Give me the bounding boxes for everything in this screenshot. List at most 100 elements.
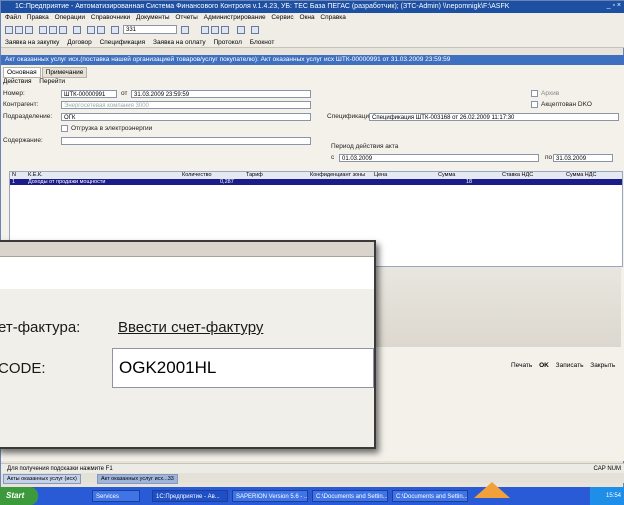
division-field[interactable]: ОГК — [61, 113, 311, 121]
menu-admin[interactable]: Администрирование — [204, 14, 266, 21]
col-price[interactable]: Цена — [374, 172, 387, 179]
col-qty[interactable]: Количество — [182, 172, 212, 179]
link-specification[interactable]: Спецификация — [100, 39, 146, 46]
period-to-label: по — [545, 154, 553, 161]
calculator-icon[interactable] — [211, 26, 219, 34]
document-tabs: Основная Примечание — [3, 67, 88, 78]
menu-documents[interactable]: Документы — [136, 14, 170, 21]
close-button[interactable]: Закрыть — [590, 362, 615, 369]
calendar-icon[interactable] — [221, 26, 229, 34]
table-header: N К.Е.К. Количество Тариф Конфиденциант … — [10, 172, 622, 179]
menu-bar: Файл Правка Операции Справочники Докумен… — [1, 13, 624, 23]
col-vat-sum[interactable]: Сумма НДС — [566, 172, 596, 179]
grid-icon[interactable] — [237, 26, 245, 34]
actions-menu[interactable]: Действия — [3, 78, 31, 85]
menu-file[interactable]: Файл — [5, 14, 21, 21]
cut-icon[interactable] — [39, 26, 47, 34]
code-label: CODE: — [0, 360, 46, 377]
menu-operations[interactable]: Операции — [55, 14, 85, 21]
document-title: Акт оказанных услуг исх.(поставка нашей … — [1, 55, 624, 65]
col-kek[interactable]: К.Е.К. — [28, 172, 43, 179]
print-button[interactable]: Печать — [511, 362, 532, 369]
link-notepad[interactable]: Блокнот — [250, 39, 275, 46]
content-label: Содержание: — [3, 137, 43, 144]
spec-field[interactable]: Спецификация ШТК-003168 от 26.02.2009 11… — [369, 113, 619, 121]
window-controls[interactable]: _ ▫ × — [607, 2, 621, 9]
accepted-label: Акцептован DKO — [541, 101, 592, 108]
search-input[interactable]: 331 — [123, 25, 177, 34]
toolbar: 331 — [1, 23, 624, 38]
bookmark-icon[interactable] — [201, 26, 209, 34]
quick-links-bar: Заявка на закупку Договор Спецификация З… — [1, 37, 624, 48]
menu-references[interactable]: Справочники — [91, 14, 130, 21]
copy-icon[interactable] — [49, 26, 57, 34]
menu-windows[interactable]: Окна — [299, 14, 314, 21]
archive-checkbox[interactable] — [531, 90, 538, 97]
task-1c[interactable]: 1С:Предприятие - Ав... — [152, 490, 228, 502]
callout-strip — [0, 242, 374, 257]
save-icon[interactable] — [25, 26, 33, 34]
ok-button[interactable]: OK — [539, 362, 549, 369]
counterparty-field[interactable]: Энергосетевая компания 3000 — [61, 101, 311, 109]
task-services[interactable]: Services — [92, 490, 140, 502]
col-zone[interactable]: Конфиденциант зоны — [310, 172, 365, 179]
link-payment-request[interactable]: Заявка на оплату — [153, 39, 206, 46]
period-to-field[interactable]: 31.03.2009 — [553, 154, 613, 162]
date-field[interactable]: 31.03.2009 23:59:59 — [131, 90, 311, 98]
menu-help[interactable]: Справка — [320, 14, 346, 21]
number-field[interactable]: ШТК-00000991 — [61, 90, 117, 98]
table-row[interactable]: 1 Доходы от продажи мощности 0,287 18 — [10, 179, 622, 185]
link-protocol[interactable]: Протокол — [213, 39, 241, 46]
form-actions: Действия Перейти — [3, 77, 71, 87]
undo-icon[interactable] — [87, 26, 95, 34]
triangle-icon — [474, 482, 510, 498]
code-input[interactable]: OGK2001HL — [112, 348, 374, 388]
start-button[interactable]: Start — [0, 487, 38, 505]
link-purchase-request[interactable]: Заявка на закупку — [5, 39, 59, 46]
paste-icon[interactable] — [59, 26, 67, 34]
dropdown-icon[interactable] — [181, 26, 189, 34]
task-documents-2[interactable]: C:\Documents and Settin... — [392, 490, 468, 502]
link-contract[interactable]: Договор — [67, 39, 92, 46]
cell-n: 1 — [12, 179, 16, 185]
content-field[interactable] — [61, 137, 311, 145]
division-label: Подразделение: — [3, 113, 53, 120]
window-title: 1С:Предприятие - Автоматизированная Сист… — [1, 1, 624, 13]
invoice-label: ет-фактура: — [0, 319, 81, 336]
redo-icon[interactable] — [97, 26, 105, 34]
wintab-act[interactable]: Акт оказанных услуг исх...33 — [97, 474, 178, 484]
date-label: от — [121, 90, 128, 97]
help-icon[interactable] — [251, 26, 259, 34]
save-button[interactable]: Записать — [556, 362, 584, 369]
menu-edit[interactable]: Правка — [27, 14, 49, 21]
new-icon[interactable] — [5, 26, 13, 34]
cell-kek: Доходы от продажи мощности — [28, 179, 106, 185]
status-hint: Для получения подсказки нажмите F1 — [7, 466, 113, 472]
shipment-label: Отгрузка в электроэнергии — [71, 125, 153, 132]
open-icon[interactable] — [15, 26, 23, 34]
wintab-acts-list[interactable]: Акты оказанных услуг (исх) — [3, 474, 81, 484]
task-documents-1[interactable]: C:\Documents and Settin... — [312, 490, 388, 502]
enter-invoice-link[interactable]: Ввести счет-фактуру — [118, 319, 263, 336]
col-tariff[interactable]: Тариф — [246, 172, 263, 179]
menu-reports[interactable]: Отчеты — [175, 14, 197, 21]
col-sum[interactable]: Сумма — [438, 172, 455, 179]
magnified-callout: ет-фактура: Ввести счет-фактуру CODE: OG… — [0, 240, 376, 449]
counterparty-label: Контрагент: — [3, 101, 39, 108]
goto-menu[interactable]: Перейти — [39, 78, 65, 85]
col-n[interactable]: N — [12, 172, 16, 179]
period-from-label: с — [331, 154, 335, 161]
find-icon[interactable] — [111, 26, 119, 34]
shipment-checkbox[interactable] — [61, 125, 68, 132]
menu-service[interactable]: Сервис — [271, 14, 293, 21]
number-label: Номер: — [3, 90, 25, 97]
period-from-field[interactable]: 01.03.2009 — [339, 154, 539, 162]
clock: 15:54 — [590, 487, 624, 505]
cell-qty: 0,287 — [220, 179, 234, 185]
window-tabs: Акты оказанных услуг (исх) Акт оказанных… — [1, 473, 624, 484]
col-vat-rate[interactable]: Ставка НДС — [502, 172, 533, 179]
task-saperion[interactable]: SAPERION Version 5.6 - ... — [232, 490, 308, 502]
accepted-checkbox[interactable] — [531, 101, 538, 108]
print-icon[interactable] — [73, 26, 81, 34]
cell-vat-rate: 18 — [466, 179, 473, 185]
